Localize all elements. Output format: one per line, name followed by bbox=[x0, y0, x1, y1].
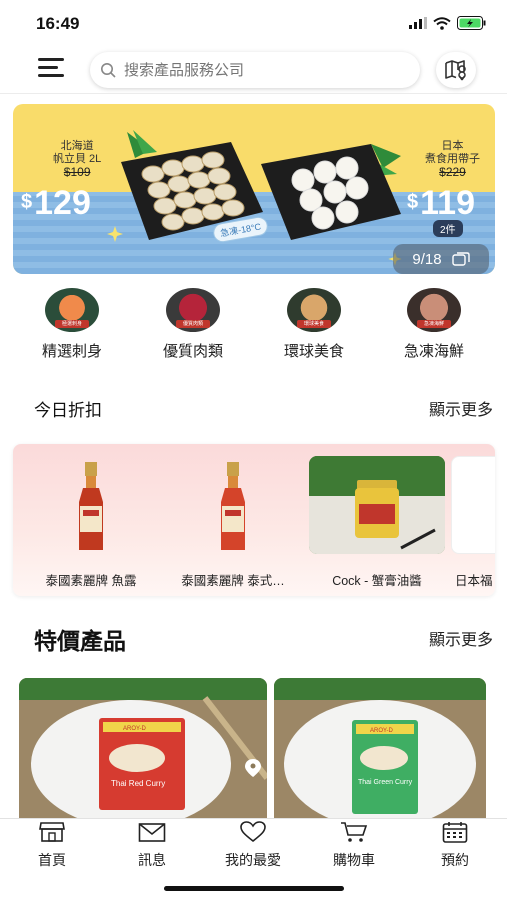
category-tag: 環球美食 bbox=[297, 320, 331, 328]
status-icons bbox=[409, 16, 487, 30]
category-label: 急凍海鮮 bbox=[403, 343, 464, 360]
product-image bbox=[23, 456, 159, 554]
tab-label: 訊息 bbox=[138, 852, 166, 868]
special-section-title: 特價產品 bbox=[34, 628, 126, 654]
currency-symbol: $ bbox=[407, 191, 419, 213]
product-card[interactable]: Thai Red Curry AROY-D bbox=[19, 678, 267, 818]
global-food-icon: 環球美食 bbox=[287, 288, 341, 332]
discount-item[interactable]: 泰國素麗牌 泰式… bbox=[165, 456, 301, 592]
product-image bbox=[165, 456, 301, 554]
wifi-icon bbox=[433, 16, 451, 30]
battery-icon bbox=[457, 16, 486, 30]
fish-sauce-bottle-image bbox=[79, 462, 103, 550]
scallop-plate-image bbox=[261, 144, 401, 240]
tab-home[interactable]: 首頁 bbox=[12, 821, 92, 870]
banner-left-old-price: $109 bbox=[63, 165, 91, 179]
product-image bbox=[309, 456, 445, 554]
category-tag: 急凍海鮮 bbox=[417, 320, 451, 328]
tab-messages[interactable]: 訊息 bbox=[112, 821, 192, 870]
chili-sauce-bottle-image bbox=[221, 462, 245, 550]
package-text: Thai Red Curry bbox=[111, 779, 165, 788]
discount-carousel[interactable]: 泰國素麗牌 魚露 泰國素麗牌 泰式… Cock - 蟹膏油醬 日本福 bbox=[13, 444, 495, 596]
discount-item[interactable]: 日本福 bbox=[451, 456, 495, 592]
category-tag: 極選刺身 bbox=[55, 320, 89, 328]
sparkle-icon bbox=[107, 226, 123, 242]
mail-icon bbox=[138, 823, 166, 842]
map-button[interactable] bbox=[436, 52, 476, 88]
banner-right-price: $119 bbox=[407, 184, 475, 223]
promo-banner[interactable]: 北海道 帆立貝 2L $109 $129 日本 煮食用帶子 $229 $119 … bbox=[13, 104, 495, 274]
heart-icon bbox=[240, 821, 266, 843]
category-label: 精選刺身 bbox=[41, 343, 102, 360]
category-tag: 優質肉類 bbox=[176, 320, 210, 328]
product-image bbox=[451, 456, 495, 554]
currency-symbol: $ bbox=[21, 191, 33, 213]
discount-show-more-link[interactable]: 顯示更多 bbox=[429, 396, 493, 420]
discount-item-name: 日本福 bbox=[455, 574, 493, 588]
banner-right-product: 日本 煮食用帶子 $229 bbox=[425, 140, 480, 179]
menu-button[interactable] bbox=[38, 56, 66, 80]
tab-booking[interactable]: 預約 bbox=[415, 821, 495, 870]
discount-item[interactable]: 泰國素麗牌 魚露 bbox=[23, 456, 159, 592]
banner-left-price: $129 bbox=[21, 184, 91, 223]
special-section-header: 特價產品 顯示更多 bbox=[0, 622, 507, 654]
header bbox=[0, 48, 507, 94]
status-bar: 16:49 bbox=[0, 0, 507, 48]
cart-icon bbox=[341, 822, 368, 842]
banner-right-name-line1: 日本 bbox=[441, 140, 464, 152]
discount-item[interactable]: Cock - 蟹膏油醬 bbox=[309, 456, 445, 592]
search-input[interactable] bbox=[124, 61, 384, 79]
banner-left-name-line1: 北海道 bbox=[60, 140, 94, 152]
tab-label: 首頁 bbox=[38, 852, 66, 868]
map-icon bbox=[445, 60, 466, 81]
tab-cart[interactable]: 購物車 bbox=[314, 821, 394, 870]
tab-label: 購物車 bbox=[333, 852, 375, 868]
calendar-icon bbox=[442, 822, 468, 843]
green-curry-product-image: Thai Green Curry AROY-D bbox=[274, 678, 486, 818]
banner-page-counter: 9/18 bbox=[412, 250, 442, 268]
category-meat[interactable]: 優質肉類 優質肉類 bbox=[143, 288, 243, 361]
frozen-seafood-icon: 急凍海鮮 bbox=[407, 288, 461, 332]
sashimi-icon: 極選刺身 bbox=[45, 288, 99, 332]
home-indicator[interactable] bbox=[164, 886, 344, 891]
category-global-food[interactable]: 環球美食 環球美食 bbox=[264, 288, 364, 361]
search-bar[interactable] bbox=[90, 52, 420, 88]
category-label: 環球美食 bbox=[283, 343, 344, 360]
discount-section-header: 今日折扣 顯示更多 bbox=[0, 394, 507, 424]
location-pin-icon[interactable] bbox=[244, 758, 262, 778]
category-row: 極選刺身 精選刺身 優質肉類 優質肉類 環球美食 環球美食 急凍海鮮 急凍海鮮 bbox=[0, 288, 507, 368]
gallery-icon bbox=[451, 252, 470, 266]
product-card[interactable]: Thai Green Curry AROY-D bbox=[274, 678, 486, 818]
discount-section-title: 今日折扣 bbox=[34, 401, 102, 420]
store-icon bbox=[39, 822, 65, 842]
category-sashimi[interactable]: 極選刺身 精選刺身 bbox=[22, 288, 122, 361]
banner-page-indicator[interactable]: 9/18 bbox=[393, 244, 489, 274]
banner-left-price-value: 129 bbox=[34, 184, 91, 222]
package-brand: AROY-D bbox=[370, 728, 393, 734]
banner-right-old-price: $229 bbox=[439, 165, 466, 179]
discount-item-name: 泰國素麗牌 泰式… bbox=[181, 574, 285, 588]
tab-label: 預約 bbox=[441, 852, 469, 868]
discount-item-name: 泰國素麗牌 魚露 bbox=[45, 574, 137, 588]
special-show-more-link[interactable]: 顯示更多 bbox=[429, 626, 493, 650]
package-brand: AROY-D bbox=[123, 726, 146, 732]
status-time: 16:49 bbox=[36, 14, 80, 33]
search-icon bbox=[101, 63, 116, 78]
red-curry-product-image: Thai Red Curry AROY-D bbox=[19, 678, 267, 818]
discount-item-name: Cock - 蟹膏油醬 bbox=[332, 574, 422, 588]
meat-icon: 優質肉類 bbox=[166, 288, 220, 332]
quantity-badge: 2件 bbox=[433, 220, 463, 237]
signal-icon bbox=[409, 17, 427, 29]
package-text: Thai Green Curry bbox=[358, 779, 413, 786]
banner-left-product: 北海道 帆立貝 2L $109 bbox=[53, 140, 101, 179]
category-label: 優質肉類 bbox=[162, 343, 223, 360]
tab-favorites[interactable]: 我的最愛 bbox=[213, 821, 293, 870]
banner-right-price-value: 119 bbox=[420, 184, 475, 222]
crab-paste-jar-image bbox=[309, 456, 445, 554]
category-frozen-seafood[interactable]: 急凍海鮮 急凍海鮮 bbox=[384, 288, 484, 361]
tab-label: 我的最愛 bbox=[225, 852, 281, 868]
